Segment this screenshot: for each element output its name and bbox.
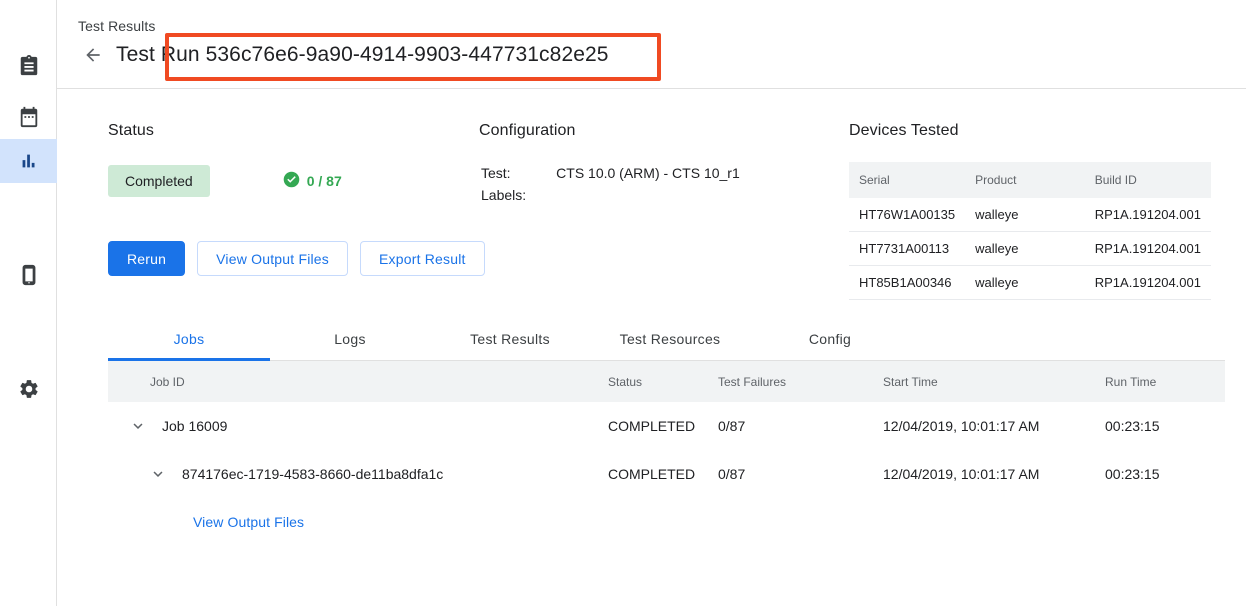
sidebar-item-devices[interactable] bbox=[0, 253, 57, 297]
page-header: Test Results Test Run 536c76e6-9a90-4914… bbox=[57, 0, 1246, 89]
table-row[interactable]: Job 16009 COMPLETED 0/87 12/04/2019, 10:… bbox=[108, 402, 1225, 450]
devices-col-product: Product bbox=[965, 162, 1085, 198]
devices-table-body: HT76W1A00135 walleye RP1A.191204.001 HT7… bbox=[849, 198, 1211, 300]
device-serial: HT76W1A00135 bbox=[849, 198, 965, 232]
table-row[interactable]: 874176ec-1719-4583-8660-de11ba8dfa1c COM… bbox=[108, 450, 1225, 498]
config-key-labels: Labels: bbox=[481, 187, 554, 207]
status-heading: Status bbox=[108, 122, 485, 140]
device-build-id: RP1A.191204.001 bbox=[1085, 232, 1211, 266]
summary-section: Status Completed 0 / 87 Rerun bbox=[57, 89, 1246, 317]
device-serial: HT7731A00113 bbox=[849, 232, 965, 266]
job-id-label: 874176ec-1719-4583-8660-de11ba8dfa1c bbox=[182, 466, 443, 482]
job-id-label: Job 16009 bbox=[162, 418, 227, 434]
devices-col-serial: Serial bbox=[849, 162, 965, 198]
arrow-left-icon[interactable] bbox=[78, 40, 108, 70]
rerun-button[interactable]: Rerun bbox=[108, 241, 185, 276]
view-output-files-link[interactable]: View Output Files bbox=[193, 514, 304, 530]
configuration-column: Configuration Test: CTS 10.0 (ARM) - CTS… bbox=[479, 122, 742, 209]
pass-count-group: 0 / 87 bbox=[283, 171, 342, 191]
configuration-table: Test: CTS 10.0 (ARM) - CTS 10_r1 Labels: bbox=[479, 163, 742, 209]
chevron-down-icon[interactable] bbox=[126, 414, 150, 438]
app-root: Test Results Test Run 536c76e6-9a90-4914… bbox=[0, 0, 1246, 606]
status-row: Completed 0 / 87 bbox=[108, 165, 485, 197]
main-content: Test Results Test Run 536c76e6-9a90-4914… bbox=[57, 0, 1246, 606]
breadcrumb: Test Results bbox=[78, 18, 155, 34]
job-status: COMPLETED bbox=[608, 418, 718, 434]
tab-test-results[interactable]: Test Results bbox=[430, 317, 590, 361]
jobs-table: Job ID Status Test Failures Start Time R… bbox=[108, 361, 1225, 546]
devices-heading: Devices Tested bbox=[849, 122, 1211, 140]
status-column: Status Completed 0 / 87 Rerun bbox=[108, 122, 485, 276]
tab-jobs[interactable]: Jobs bbox=[108, 317, 270, 361]
title-row: Test Run 536c76e6-9a90-4914-9903-447731c… bbox=[78, 40, 609, 70]
tab-logs[interactable]: Logs bbox=[270, 317, 430, 361]
jobs-col-test-failures: Test Failures bbox=[718, 375, 883, 389]
sidebar-item-test-plans[interactable] bbox=[0, 44, 57, 88]
device-build-id: RP1A.191204.001 bbox=[1085, 198, 1211, 232]
devices-col-build-id: Build ID bbox=[1085, 162, 1211, 198]
clipboard-icon bbox=[18, 55, 40, 77]
action-buttons: Rerun View Output Files Export Result bbox=[108, 241, 485, 276]
jobs-col-status: Status bbox=[608, 375, 718, 389]
tab-bar: Jobs Logs Test Results Test Resources Co… bbox=[108, 317, 1225, 361]
device-icon bbox=[18, 264, 40, 286]
tab-config[interactable]: Config bbox=[750, 317, 910, 361]
jobs-table-header: Job ID Status Test Failures Start Time R… bbox=[108, 361, 1225, 402]
config-row-labels: Labels: bbox=[481, 187, 740, 207]
job-test-failures: 0/87 bbox=[718, 466, 883, 482]
devices-table: Serial Product Build ID HT76W1A00135 wal… bbox=[849, 162, 1211, 300]
table-row: HT85B1A00346 walleye RP1A.191204.001 bbox=[849, 266, 1211, 300]
device-product: walleye bbox=[965, 266, 1085, 300]
job-id-cell: Job 16009 bbox=[108, 414, 608, 438]
tab-test-resources[interactable]: Test Resources bbox=[590, 317, 750, 361]
job-id-cell: 874176ec-1719-4583-8660-de11ba8dfa1c bbox=[108, 462, 608, 486]
sidebar-item-schedules[interactable] bbox=[0, 95, 57, 139]
config-key-test: Test: bbox=[481, 165, 554, 185]
job-start-time: 12/04/2019, 10:01:17 AM bbox=[883, 418, 1105, 434]
export-result-button[interactable]: Export Result bbox=[360, 241, 485, 276]
job-run-time: 00:23:15 bbox=[1105, 418, 1225, 434]
job-output-link-row: View Output Files bbox=[108, 498, 1225, 546]
pass-count-label: 0 / 87 bbox=[307, 173, 342, 189]
status-badge: Completed bbox=[108, 165, 210, 197]
config-value-labels bbox=[556, 187, 740, 207]
device-serial: HT85B1A00346 bbox=[849, 266, 965, 300]
chevron-down-icon[interactable] bbox=[146, 462, 170, 486]
job-test-failures: 0/87 bbox=[718, 418, 883, 434]
table-row: HT76W1A00135 walleye RP1A.191204.001 bbox=[849, 198, 1211, 232]
config-row-test: Test: CTS 10.0 (ARM) - CTS 10_r1 bbox=[481, 165, 740, 185]
config-value-test: CTS 10.0 (ARM) - CTS 10_r1 bbox=[556, 165, 740, 185]
job-status: COMPLETED bbox=[608, 466, 718, 482]
job-start-time: 12/04/2019, 10:01:17 AM bbox=[883, 466, 1105, 482]
gear-icon bbox=[18, 378, 40, 400]
sidebar bbox=[0, 0, 57, 606]
devices-column: Devices Tested Serial Product Build ID H… bbox=[849, 122, 1211, 300]
device-product: walleye bbox=[965, 198, 1085, 232]
configuration-heading: Configuration bbox=[479, 122, 742, 140]
device-product: walleye bbox=[965, 232, 1085, 266]
jobs-col-run-time: Run Time bbox=[1105, 375, 1225, 389]
jobs-col-start-time: Start Time bbox=[883, 375, 1105, 389]
check-circle-icon bbox=[283, 171, 300, 191]
view-output-files-button[interactable]: View Output Files bbox=[197, 241, 348, 276]
devices-table-head: Serial Product Build ID bbox=[849, 162, 1211, 198]
jobs-col-job-id: Job ID bbox=[108, 375, 608, 389]
calendar-icon bbox=[18, 106, 40, 128]
job-run-time: 00:23:15 bbox=[1105, 466, 1225, 482]
table-row: HT7731A00113 walleye RP1A.191204.001 bbox=[849, 232, 1211, 266]
devices-header-row: Serial Product Build ID bbox=[849, 162, 1211, 198]
bar-chart-icon bbox=[18, 150, 40, 172]
sidebar-item-settings[interactable] bbox=[0, 367, 57, 411]
device-build-id: RP1A.191204.001 bbox=[1085, 266, 1211, 300]
page-title: Test Run 536c76e6-9a90-4914-9903-447731c… bbox=[116, 43, 609, 67]
sidebar-item-test-results[interactable] bbox=[0, 139, 57, 183]
